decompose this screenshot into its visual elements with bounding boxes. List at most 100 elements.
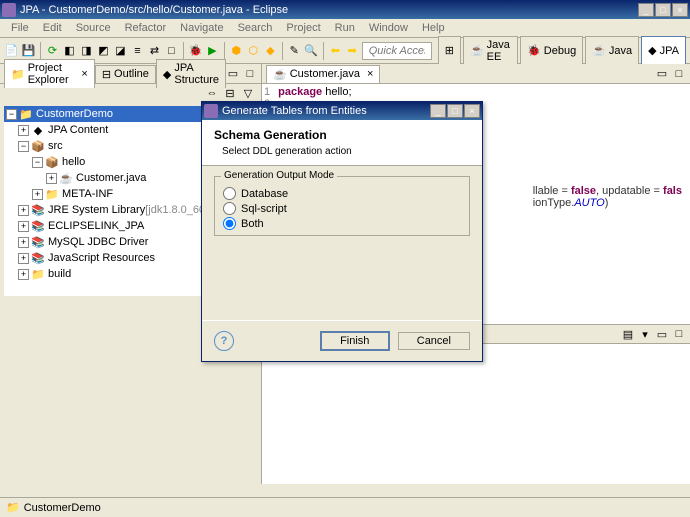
- search-icon[interactable]: 🔍: [304, 43, 319, 59]
- dialog-heading: Schema Generation: [214, 128, 470, 142]
- jpa-icon: ◆: [31, 123, 45, 137]
- library-icon: 📚: [31, 203, 45, 217]
- project-explorer-icon: 📁: [11, 68, 25, 81]
- radio-sqlscript[interactable]: Sql-script: [223, 202, 461, 215]
- expand-icon[interactable]: +: [18, 205, 29, 216]
- new-icon[interactable]: 📄: [4, 43, 19, 59]
- link-editor-icon[interactable]: ⊟: [223, 86, 237, 100]
- debug-icon[interactable]: 🐞: [188, 43, 203, 59]
- java-file-icon: ☕: [273, 68, 287, 81]
- debug-icon: 🐞: [527, 44, 541, 57]
- open-perspective-button[interactable]: ⊞: [438, 36, 461, 66]
- menu-help[interactable]: Help: [415, 19, 452, 37]
- menu-project[interactable]: Project: [279, 19, 327, 37]
- radio-database[interactable]: Database: [223, 187, 461, 200]
- radio-database-input[interactable]: [223, 187, 236, 200]
- help-button[interactable]: ?: [214, 331, 234, 351]
- tool-icon[interactable]: ⬢: [229, 43, 244, 59]
- menu-navigate[interactable]: Navigate: [173, 19, 230, 37]
- cancel-button[interactable]: Cancel: [398, 332, 470, 350]
- collapse-icon[interactable]: −: [18, 141, 29, 152]
- dialog-subtitle: Select DDL generation action: [222, 146, 470, 157]
- tool-icon[interactable]: ◆: [263, 43, 278, 59]
- close-button[interactable]: ×: [672, 3, 688, 17]
- tool-icon[interactable]: ✎: [287, 43, 302, 59]
- library-icon: 📚: [31, 235, 45, 249]
- console-panel: No consoles to display at this time.: [262, 344, 690, 484]
- tool-icon[interactable]: ⟳: [45, 43, 60, 59]
- package-icon: 📦: [31, 139, 45, 153]
- minimize-view-icon[interactable]: ▭: [226, 67, 240, 81]
- dialog-maximize-button[interactable]: □: [447, 104, 463, 118]
- menu-refactor[interactable]: Refactor: [118, 19, 174, 37]
- minimize-button[interactable]: _: [638, 3, 654, 17]
- back-icon[interactable]: ⬅: [328, 43, 343, 59]
- menu-edit[interactable]: Edit: [36, 19, 69, 37]
- tool-icon[interactable]: ⬡: [246, 43, 261, 59]
- maximize-view-icon[interactable]: □: [243, 67, 257, 81]
- tool-icon[interactable]: ⇄: [147, 43, 162, 59]
- collapse-icon[interactable]: −: [6, 109, 17, 120]
- editor-tab-customer[interactable]: ☕Customer.java×: [266, 65, 380, 83]
- dialog-minimize-button[interactable]: _: [430, 104, 446, 118]
- quick-access-input[interactable]: [362, 42, 432, 60]
- maximize-view-icon[interactable]: □: [672, 67, 686, 81]
- jpa-icon: ◆: [648, 44, 656, 57]
- view-menu-icon[interactable]: ▽: [241, 86, 255, 100]
- menu-file[interactable]: File: [4, 19, 36, 37]
- tool-icon[interactable]: □: [164, 43, 179, 59]
- maximize-view-icon[interactable]: □: [672, 327, 686, 341]
- expand-icon[interactable]: +: [46, 173, 57, 184]
- save-icon[interactable]: 💾: [21, 43, 36, 59]
- dialog-titlebar[interactable]: Generate Tables from Entities _ □ ×: [202, 102, 482, 120]
- statusbar-label: CustomerDemo: [24, 502, 101, 514]
- close-icon[interactable]: ×: [81, 68, 87, 80]
- tool-icon[interactable]: ≡: [130, 43, 145, 59]
- tool-icon[interactable]: ◨: [79, 43, 94, 59]
- tool-icon[interactable]: ◧: [62, 43, 77, 59]
- tab-jpa-structure[interactable]: ◆JPA Structure: [156, 59, 226, 88]
- main-titlebar: JPA - CustomerDemo/src/hello/Customer.ja…: [0, 0, 690, 19]
- expand-icon[interactable]: +: [18, 221, 29, 232]
- close-icon[interactable]: ×: [367, 68, 373, 80]
- dialog-close-button[interactable]: ×: [464, 104, 480, 118]
- window-title: JPA - CustomerDemo/src/hello/Customer.ja…: [20, 4, 638, 16]
- minimize-view-icon[interactable]: ▭: [655, 67, 669, 81]
- expand-icon[interactable]: +: [18, 253, 29, 264]
- menu-source[interactable]: Source: [69, 19, 118, 37]
- maximize-button[interactable]: □: [655, 3, 671, 17]
- minimize-view-icon[interactable]: ▭: [655, 327, 669, 341]
- expand-icon[interactable]: +: [32, 189, 43, 200]
- outline-icon: ⊟: [102, 68, 111, 81]
- radio-both[interactable]: Both: [223, 217, 461, 230]
- generate-tables-dialog: Generate Tables from Entities _ □ × Sche…: [201, 101, 483, 362]
- collapse-icon[interactable]: −: [32, 157, 43, 168]
- forward-icon[interactable]: ➡: [345, 43, 360, 59]
- tab-project-explorer[interactable]: 📁Project Explorer×: [4, 59, 95, 88]
- perspective-debug[interactable]: 🐞Debug: [520, 36, 583, 66]
- tool-icon[interactable]: ◪: [113, 43, 128, 59]
- console-menu-icon[interactable]: ▤: [621, 327, 635, 341]
- jpa-structure-icon: ◆: [163, 68, 171, 81]
- perspective-java[interactable]: ☕Java: [585, 36, 639, 66]
- radio-sqlscript-input[interactable]: [223, 202, 236, 215]
- perspective-jpa[interactable]: ◆JPA: [641, 36, 686, 66]
- menu-run[interactable]: Run: [328, 19, 362, 37]
- javaee-icon: ☕: [470, 44, 484, 57]
- console-dropdown-icon[interactable]: ▾: [638, 327, 652, 341]
- expand-icon[interactable]: +: [18, 125, 29, 136]
- library-icon: 📚: [31, 251, 45, 265]
- expand-icon[interactable]: +: [18, 237, 29, 248]
- project-icon: 📁: [6, 501, 20, 514]
- tool-icon[interactable]: ◩: [96, 43, 111, 59]
- collapse-all-icon[interactable]: ⇔: [205, 86, 219, 100]
- finish-button[interactable]: Finish: [320, 331, 390, 351]
- expand-icon[interactable]: +: [18, 269, 29, 280]
- menu-window[interactable]: Window: [362, 19, 415, 37]
- run-icon[interactable]: ▶: [205, 43, 220, 59]
- menu-search[interactable]: Search: [231, 19, 280, 37]
- perspective-javaee[interactable]: ☕Java EE: [463, 36, 518, 66]
- radio-both-input[interactable]: [223, 217, 236, 230]
- status-bar: 📁 CustomerDemo: [0, 497, 690, 517]
- tab-outline[interactable]: ⊟Outline: [95, 65, 156, 83]
